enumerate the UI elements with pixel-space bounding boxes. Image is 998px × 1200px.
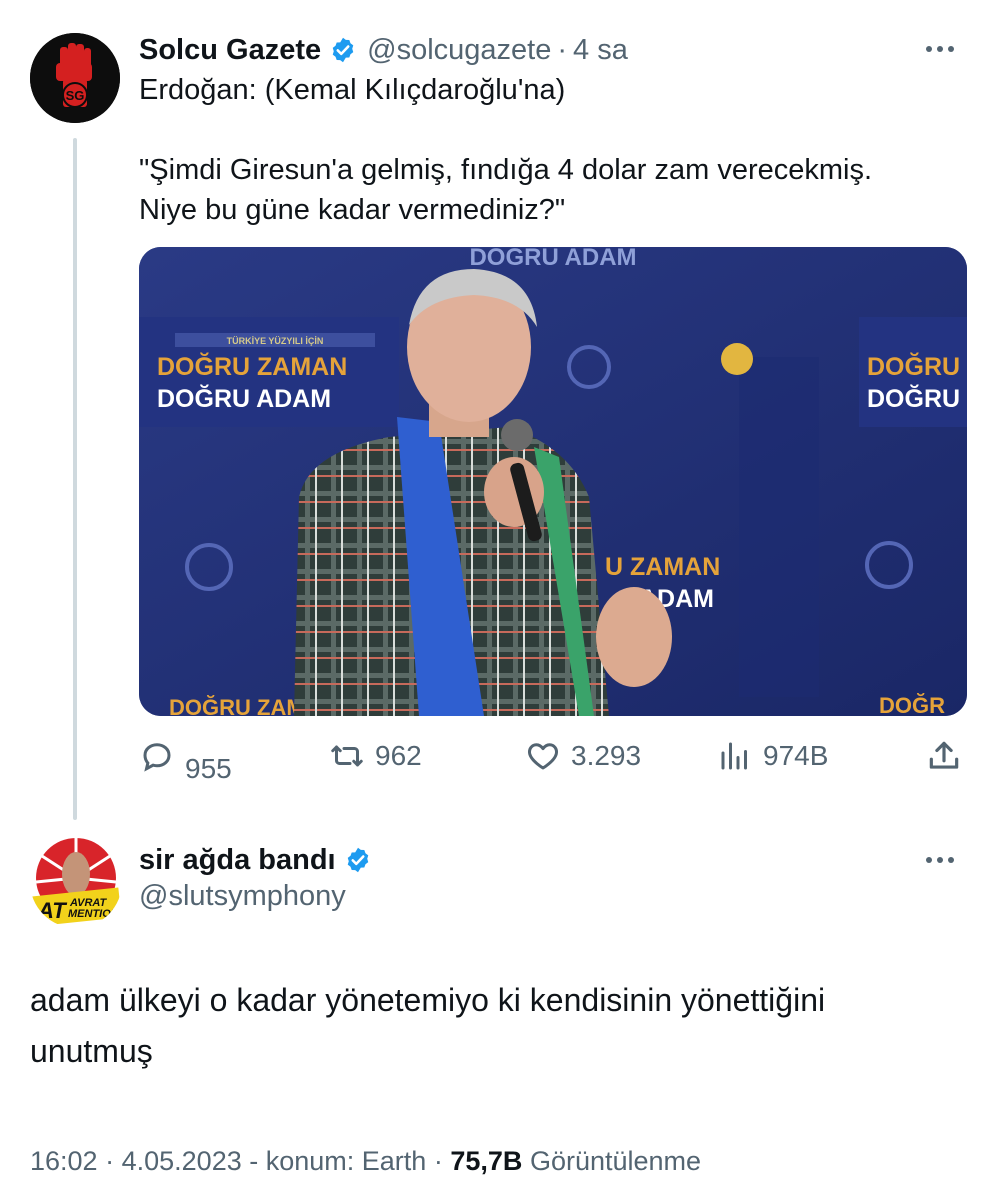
tweet-text-line: Erdoğan: (Kemal Kılıçdaroğlu'na): [139, 74, 566, 106]
tweet-location: - konum: Earth: [249, 1146, 427, 1176]
share-upload-icon: [929, 741, 959, 769]
tweet-time[interactable]: 16:02: [30, 1146, 98, 1176]
avatar-initials: SG: [66, 88, 85, 103]
reply-icon: [143, 743, 171, 772]
banner-text-center-1: U ZAMAN: [605, 553, 720, 581]
verified-badge-icon: [347, 847, 368, 873]
rally-photo: DOĞRU ADAM TÜRKİYE YÜZYILI İÇİN DOĞRU ZA…: [139, 247, 967, 716]
tweet-text-line: "Şimdi Giresun'a gelmiş, fındığa 4 dolar…: [139, 154, 873, 186]
author-display-name[interactable]: Solcu Gazete: [139, 34, 321, 67]
banner-text-right-1: DOĞRU: [867, 352, 960, 381]
reply-count: 955: [185, 753, 232, 779]
banner-text-right-2: DOĞRU: [867, 384, 960, 413]
tweet-timestamp[interactable]: 4 sa: [573, 34, 628, 67]
avatar-graphic: AT AVRAT MENTION: [30, 838, 122, 927]
more-options-icon[interactable]: [926, 46, 954, 52]
like-count: 3.293: [571, 740, 642, 771]
sir-agda-bandi-avatar[interactable]: AT AVRAT MENTION: [30, 836, 122, 928]
views-count: 974B: [763, 740, 829, 771]
more-options-icon[interactable]: [926, 857, 954, 863]
share-button[interactable]: [925, 732, 963, 780]
author-display-name[interactable]: sir ağda bandı: [139, 844, 336, 877]
view-count-label: Görüntülenme: [529, 1146, 702, 1176]
avatar-text-mention: MENTION: [68, 908, 120, 920]
separator-dot: ·: [557, 33, 568, 66]
separator-dot: ·: [105, 1146, 115, 1176]
reply-tweet-name-row: sir ağda bandı: [139, 840, 372, 880]
tweet-action-bar: 955 962 3.293 974B: [139, 732, 967, 780]
view-count: 75,7B: [450, 1146, 523, 1176]
retweet-button[interactable]: 962: [329, 732, 422, 780]
views-button[interactable]: 974B: [717, 732, 828, 780]
author-handle[interactable]: @slutsymphony: [139, 880, 346, 913]
quoted-tweet-header: Solcu Gazete @solcugazete · 4 sa: [139, 30, 628, 70]
reply-tweet-text-line: unutmuş: [30, 1033, 153, 1069]
retweet-count: 962: [375, 740, 422, 771]
tweet-date[interactable]: 4.05.2023: [122, 1146, 242, 1176]
retweet-icon: [331, 745, 363, 767]
tweet-text-line: Niye bu güne kadar vermediniz?": [139, 194, 566, 226]
banner-text-left-1: DOĞRU ZAMAN: [157, 352, 347, 381]
banner-text-small: TÜRKİYE YÜZYILI İÇİN: [227, 336, 324, 346]
banner-text-top: DOĞRU ADAM: [469, 247, 636, 271]
banner-text-bottom-left: DOĞRU ZAM: [169, 695, 305, 716]
raised-fist-icon: SG: [30, 33, 120, 123]
reply-tweet-text-line: adam ülkeyi o kadar yönetemiyo ki kendis…: [30, 982, 826, 1018]
verified-badge-icon: [332, 37, 354, 63]
like-button[interactable]: 3.293: [525, 732, 641, 780]
author-handle[interactable]: @solcugazete: [367, 34, 551, 67]
banner-text-bottom-right: DOĞR: [879, 693, 945, 716]
avatar-text-at: AT: [37, 898, 67, 923]
solcu-gazete-avatar[interactable]: SG: [30, 33, 120, 123]
analytics-bars-icon: [721, 742, 747, 770]
separator-dot: ·: [433, 1146, 443, 1176]
tweet-metadata-row: 16:02 · 4.05.2023 - konum: Earth · 75,7B…: [30, 1146, 701, 1177]
banner-text-left-2: DOĞRU ADAM: [157, 384, 331, 413]
reply-button[interactable]: 955: [139, 732, 232, 780]
thread-connector-line: [73, 138, 77, 820]
heart-icon: [528, 743, 558, 770]
tweet-media-photo[interactable]: DOĞRU ADAM TÜRKİYE YÜZYILI İÇİN DOĞRU ZA…: [139, 247, 967, 716]
